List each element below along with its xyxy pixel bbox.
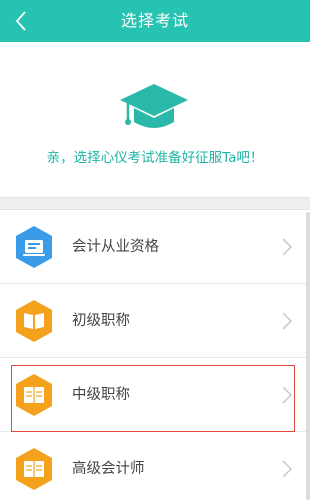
exam-item-intermediate-title[interactable]: 中级职称 (0, 358, 310, 432)
exam-item-accounting-qualification[interactable]: 会计从业资格 (0, 210, 310, 284)
exam-item-label: 初级职称 (72, 313, 130, 329)
exam-item-label: 高级会计师 (72, 461, 145, 477)
exam-list: 会计从业资格 初级职称 中级职称 高级会计师 (0, 210, 310, 500)
section-divider (0, 197, 310, 210)
exam-selection-page: 选择考试 亲，选择心仪考试准备好征服Ta吧！ 会计从业资格 初级职称 中级职称 … (0, 0, 310, 500)
scrollbar[interactable] (306, 212, 310, 500)
hero-message: 亲，选择心仪考试准备好征服Ta吧！ (46, 150, 264, 166)
exam-item-senior-accountant[interactable]: 高级会计师 (0, 432, 310, 500)
chevron-right-icon (282, 238, 292, 256)
chevron-right-icon (282, 312, 292, 330)
graduation-cap-icon (120, 84, 188, 128)
exam-item-label: 会计从业资格 (72, 239, 159, 255)
chevron-right-icon (282, 386, 292, 404)
exam-item-label: 中级职称 (72, 387, 130, 403)
page-title: 选择考试 (120, 11, 189, 30)
book-icon (16, 374, 52, 416)
top-navbar: 选择考试 (0, 0, 310, 42)
chevron-right-icon (282, 460, 292, 478)
certificate-card-icon (16, 226, 52, 268)
exam-item-junior-title[interactable]: 初级职称 (0, 284, 310, 358)
book-icon (16, 448, 52, 490)
book-icon (16, 300, 52, 342)
